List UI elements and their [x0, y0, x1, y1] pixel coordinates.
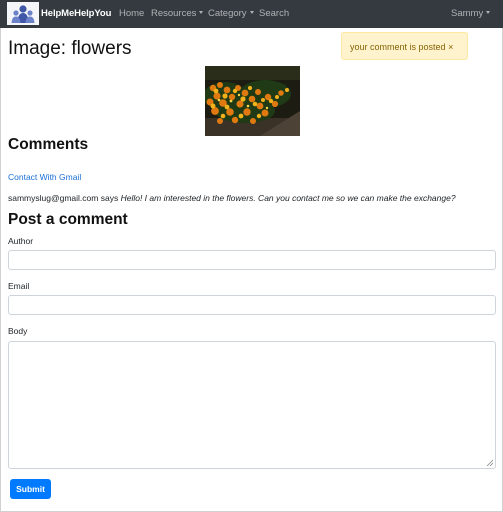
nav-category-dropdown[interactable]: Category — [208, 8, 254, 19]
alert-message: your comment is posted — [350, 42, 446, 52]
brand-link[interactable]: HelpMeHelpYou — [7, 2, 111, 25]
page-title: Image: flowers — [8, 38, 132, 59]
post-comment-heading: Post a comment — [8, 211, 128, 228]
flowers-image — [205, 66, 300, 136]
body-textarea[interactable] — [8, 341, 496, 469]
close-icon[interactable]: × — [448, 42, 453, 52]
nav-resources-label: Resources — [151, 8, 197, 19]
comment-author: sammyslug@gmail.com — [8, 193, 99, 203]
user-name: Sammy — [451, 8, 484, 19]
brand-name: HelpMeHelpYou — [41, 8, 112, 19]
contact-gmail-link[interactable]: Contact With Gmail — [8, 172, 81, 182]
top-navbar: HelpMeHelpYou Home Resources Category Se… — [0, 0, 503, 28]
author-input[interactable] — [8, 250, 496, 270]
email-input[interactable] — [8, 295, 496, 315]
success-alert: your comment is posted × — [341, 32, 468, 60]
chevron-down-icon — [486, 11, 491, 14]
email-label: Email — [8, 281, 30, 291]
resize-grip-icon[interactable] — [486, 459, 493, 466]
author-label: Author — [8, 236, 34, 246]
nav-home-link[interactable]: Home — [119, 8, 144, 19]
comment-item: sammyslug@gmail.com says Hello! I am int… — [8, 193, 456, 203]
nav-search-link[interactable]: Search — [259, 8, 289, 19]
chevron-down-icon — [199, 11, 204, 14]
comments-heading: Comments — [8, 136, 89, 153]
handshake-logo-icon — [7, 2, 39, 25]
comment-body: Hello! I am interested in the flowers. C… — [120, 193, 456, 203]
submit-button[interactable]: Submit — [10, 479, 51, 499]
chevron-down-icon — [249, 11, 254, 14]
comment-verb: says — [100, 193, 119, 203]
user-menu-dropdown[interactable]: Sammy — [451, 8, 491, 19]
nav-resources-dropdown[interactable]: Resources — [151, 8, 204, 19]
nav-category-label: Category — [208, 8, 247, 19]
body-label: Body — [8, 326, 28, 336]
